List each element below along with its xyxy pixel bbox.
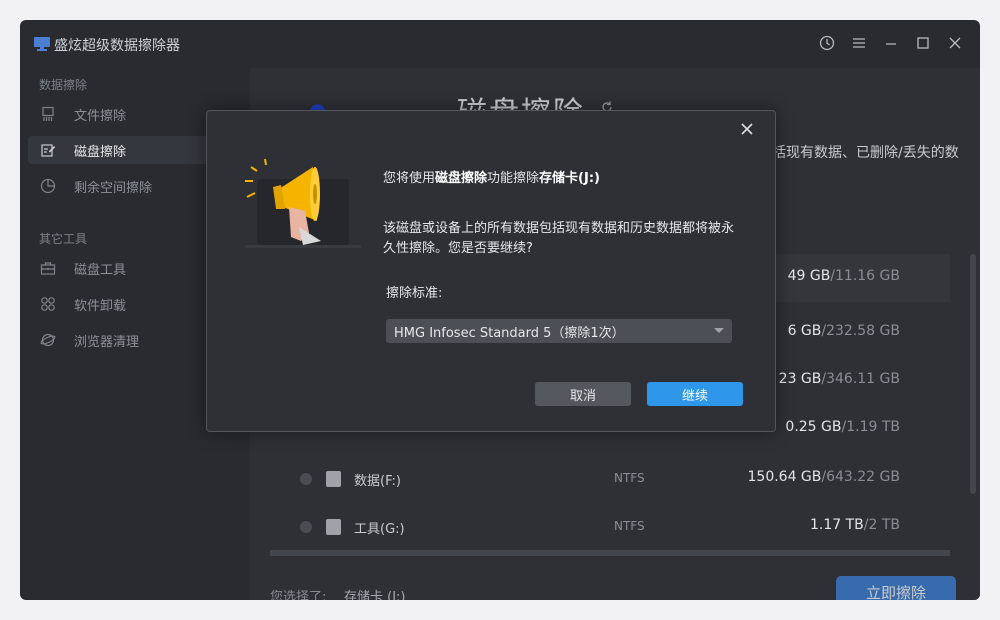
drive-size: 150.64 GB/643.22 GB <box>747 469 901 485</box>
history-icon[interactable] <box>818 34 836 52</box>
erase-standard-select[interactable]: HMG Infosec Standard 5（擦除1次） <box>386 319 732 343</box>
menu-icon[interactable] <box>850 34 868 52</box>
file-shred-icon <box>40 106 56 122</box>
page-description: 括现有数据、已删除/丢失的数 <box>772 145 959 161</box>
section-label-data-erase: 数据擦除 <box>39 78 88 92</box>
dialog-warning: 该磁盘或设备上的所有数据包括现有数据和历史数据都将被永久性擦除。您是否要继续? <box>383 221 735 256</box>
sidebar-item-label: 浏览器清理 <box>74 334 140 350</box>
drive-filesystem: NTFS <box>614 519 645 533</box>
selection-value: 存储卡 (J:) <box>344 590 406 600</box>
continue-button[interactable]: 继续 <box>647 382 743 406</box>
sidebar-item-label: 剩余空间擦除 <box>74 180 153 196</box>
drive-row[interactable]: 数据(F:) NTFS 150.64 GB/643.22 GB <box>270 455 950 503</box>
drive-name: 工具(G:) <box>354 522 405 537</box>
megaphone-illustration-icon <box>245 159 361 248</box>
drive-name: 数据(F:) <box>354 474 401 489</box>
sidebar-item-label: 文件擦除 <box>74 108 127 124</box>
title-bar: 盛炫超级数据擦除器 <box>20 20 980 68</box>
sidebar-item-label: 磁盘擦除 <box>74 144 127 160</box>
drive-size: 6 GB/232.58 GB <box>787 323 900 339</box>
cancel-button[interactable]: 取消 <box>535 382 631 406</box>
drive-icon <box>326 519 341 535</box>
drive-size: 23 GB/346.11 GB <box>778 371 900 387</box>
window-controls <box>818 34 964 52</box>
toolbox-icon <box>40 260 56 276</box>
dialog-close-icon[interactable] <box>739 121 755 137</box>
confirm-dialog: 您将使用磁盘擦除功能擦除存储卡(J:) 该磁盘或设备上的所有数据包括现有数据和历… <box>206 110 776 432</box>
chevron-down-icon <box>714 328 724 333</box>
horizontal-scrollbar[interactable] <box>270 550 950 556</box>
drive-size: 1.17 TB/2 TB <box>809 517 900 533</box>
drive-size: 0.25 GB/1.19 TB <box>785 419 900 435</box>
apps-grid-icon <box>40 296 56 312</box>
app-logo-icon <box>34 37 50 51</box>
sidebar-item-label: 磁盘工具 <box>74 262 127 278</box>
erase-now-button[interactable]: 立即擦除 <box>836 576 956 600</box>
drive-size: 49 GB/11.16 GB <box>787 268 900 284</box>
selection-label: 您选择了: <box>270 590 327 600</box>
drive-icon <box>326 471 341 487</box>
section-label-other-tools: 其它工具 <box>39 232 88 246</box>
standard-label: 擦除标准: <box>386 286 443 301</box>
drive-row[interactable]: 工具(G:) NTFS 1.17 TB/2 TB <box>270 503 950 551</box>
drive-radio[interactable] <box>300 521 312 533</box>
maximize-icon[interactable] <box>914 34 932 52</box>
drive-filesystem: NTFS <box>614 471 645 485</box>
minimize-icon[interactable] <box>882 34 900 52</box>
close-icon[interactable] <box>946 34 964 52</box>
dialog-message: 您将使用磁盘擦除功能擦除存储卡(J:) <box>383 171 600 186</box>
pie-chart-icon <box>40 178 56 194</box>
sidebar-item-label: 软件卸载 <box>74 298 127 314</box>
disk-edit-icon <box>40 142 56 158</box>
drive-radio[interactable] <box>300 473 312 485</box>
app-title: 盛炫超级数据擦除器 <box>54 38 180 54</box>
browser-icon <box>40 332 56 348</box>
vertical-scrollbar[interactable] <box>970 254 976 494</box>
